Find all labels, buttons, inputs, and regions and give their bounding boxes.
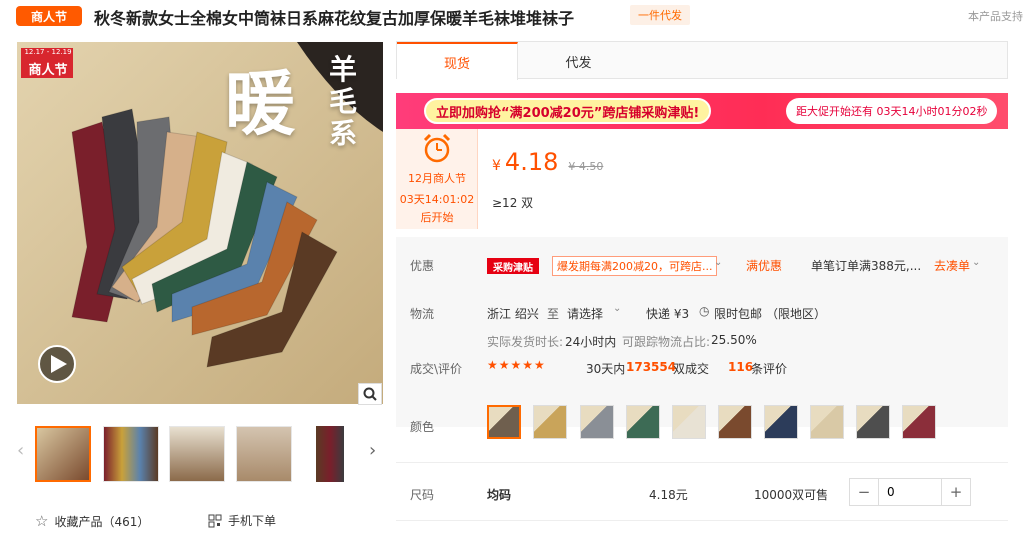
rating-stars: ★★★★★ [487,358,546,372]
divider [396,462,1008,463]
color-swatch[interactable] [718,405,752,439]
thumbnail-4[interactable] [236,426,292,482]
minus-button[interactable]: − [850,479,878,505]
shipping-fee: 快递 ¥3 [646,307,690,321]
star-outline-icon: ☆ [35,512,49,530]
tab-bar: 现货 代发 [396,41,1008,80]
festival-stamp: 商人节 [28,63,68,78]
alarm-clock-icon [423,133,450,163]
zoom-button[interactable] [358,383,382,405]
recent-prefix: 30天内 [586,362,626,376]
promo-countdown: 距大促开始还有 03天14小时01分02秒 [786,98,998,124]
qr-code-icon [208,514,222,527]
color-swatch[interactable] [764,405,798,439]
region-limit: （限地区） [766,307,827,321]
color-swatch[interactable] [672,405,706,439]
size-label: 尺码 [410,488,435,502]
subsidy-desc[interactable]: 爆发期每满200减20，可跨店... [552,256,718,276]
wool-series-text: 羊毛系 [329,53,358,150]
original-price: ¥ 4.50 [568,160,604,173]
traceable-rate: 25.50% [711,333,757,347]
free-shipping: 限时包邮 [714,307,763,321]
plus-button[interactable]: + [942,479,970,505]
thumbnail-2[interactable] [103,426,159,482]
logistics-label: 物流 [410,307,435,321]
size-name: 均码 [487,488,512,502]
favorite-button[interactable]: ☆ 收藏产品（461） [35,512,149,530]
reviews-suffix: 条评价 [751,362,788,376]
price-row: ¥ 4.18 ¥ 4.50 [492,148,603,176]
color-swatch[interactable] [580,405,614,439]
magnifier-icon [363,387,377,401]
festival-countdown: 03天14:01:02 [399,193,475,206]
subsidy-chevron-icon[interactable]: ⌄ [714,257,722,268]
support-note: 本产品支持 [968,10,1023,23]
dropship-badge[interactable]: 一件代发 [630,5,690,25]
ship-time: 24小时内 [565,335,617,349]
tab-dropship[interactable]: 代发 [518,42,639,80]
size-price: 4.18元 [649,488,688,502]
thumbnail-3[interactable] [169,426,225,482]
subsidy-tag: 采购津贴 [487,258,539,274]
collect-chevron-icon[interactable]: ⌄ [972,257,980,268]
thumb-prev-icon[interactable]: ‹ [17,440,24,461]
quantity-stepper: − + [849,478,971,506]
mobile-order-button[interactable]: 手机下单 [208,512,276,529]
color-swatch[interactable] [810,405,844,439]
collect-order-link[interactable]: 去凑单 [934,257,970,274]
promo-main-text[interactable]: 立即加购抢“满200减20元”跨店铺采购津贴! [424,98,712,124]
full-reduction-desc: 单笔订单满388元,... [811,259,922,273]
discount-label: 优惠 [410,259,435,273]
festival-badge: 商人节 [16,6,82,26]
color-swatch[interactable] [626,405,660,439]
festival-start-text: 后开始 [420,211,454,224]
size-stock: 10000双可售 [754,488,829,502]
origin: 浙江 绍兴 [487,307,539,321]
recent-count: 173554 [626,360,677,374]
to-text: 至 [547,307,560,321]
festival-name: 12月商人节 [408,172,466,185]
color-swatch[interactable] [902,405,936,439]
color-swatch[interactable] [533,405,567,439]
thumbnail-1[interactable] [35,426,91,482]
ship-time-label: 实际发货时长: [487,335,564,349]
clock-icon: ◷ [699,304,710,318]
min-order-qty: ≥12 双 [492,196,534,210]
recent-suffix: 双成交 [673,362,710,376]
traceable-label: 可跟踪物流占比: [622,335,711,349]
divider [396,520,1008,521]
warm-character: 暖 [225,62,295,145]
quantity-input[interactable] [878,479,942,505]
full-reduction-label: 满优惠 [746,259,783,273]
mobile-order-label: 手机下单 [228,514,277,528]
festival-dates: 12.17 - 12.19 [24,48,72,56]
product-title: 秋冬新款女士全棉女中筒袜日系麻花纹复古加厚保暖羊毛袜堆堆袜子 [94,9,575,28]
deals-label: 成交\评价 [410,362,463,376]
thumbnail-strip: ‹ › [17,420,387,488]
color-label: 颜色 [410,420,435,434]
thumbnail-5[interactable] [305,426,361,482]
price-currency: ¥ [492,158,501,174]
tab-in-stock[interactable]: 现货 [397,42,518,80]
destination-chevron-icon[interactable]: ⌄ [613,303,621,314]
reviews-count[interactable]: 116 [728,360,753,374]
price-value: 4.18 [504,148,559,176]
color-swatch[interactable] [856,405,890,439]
destination-select[interactable]: 请选择 [567,305,603,322]
main-product-image[interactable]: 12.17 - 12.19 商人节 暖 羊毛系 [17,42,383,404]
thumb-next-icon[interactable]: › [369,440,376,461]
color-swatch[interactable] [487,405,521,439]
favorite-label: 收藏产品（461） [54,514,150,529]
